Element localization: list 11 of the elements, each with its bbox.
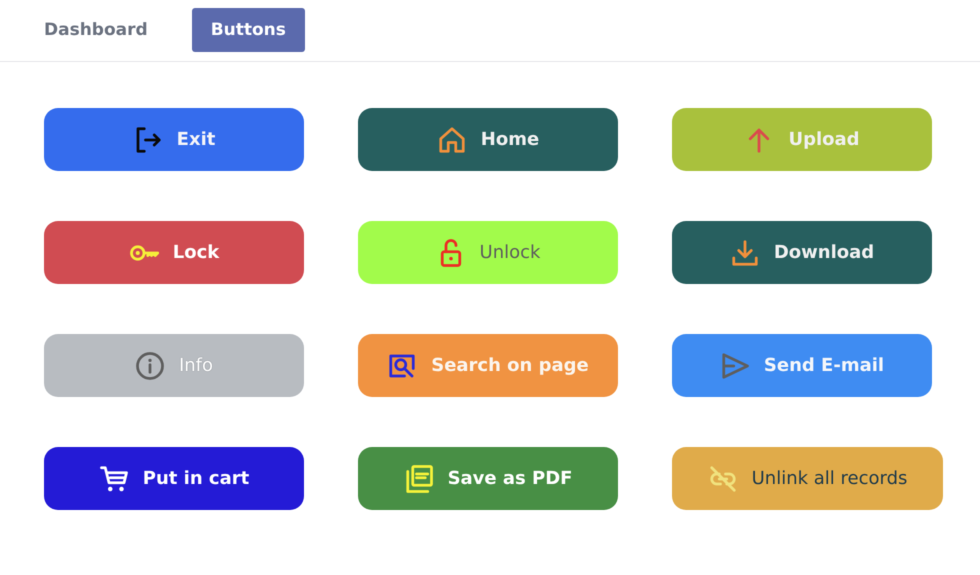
action-button[interactable]: Lock [44, 221, 304, 284]
action-button[interactable]: Save as PDF [358, 447, 618, 510]
action-button[interactable]: Put in cart [44, 447, 304, 510]
tab[interactable]: Buttons [192, 8, 305, 52]
action-button[interactable]: Download [672, 221, 932, 284]
action-button[interactable]: Unlock [358, 221, 618, 284]
action-button[interactable]: Unlink all records [672, 447, 943, 510]
action-button[interactable]: Home [358, 108, 618, 171]
action-button[interactable]: Exit [44, 108, 304, 171]
tab[interactable]: Dashboard [44, 8, 148, 52]
action-button[interactable]: Send E-mail [672, 334, 932, 397]
